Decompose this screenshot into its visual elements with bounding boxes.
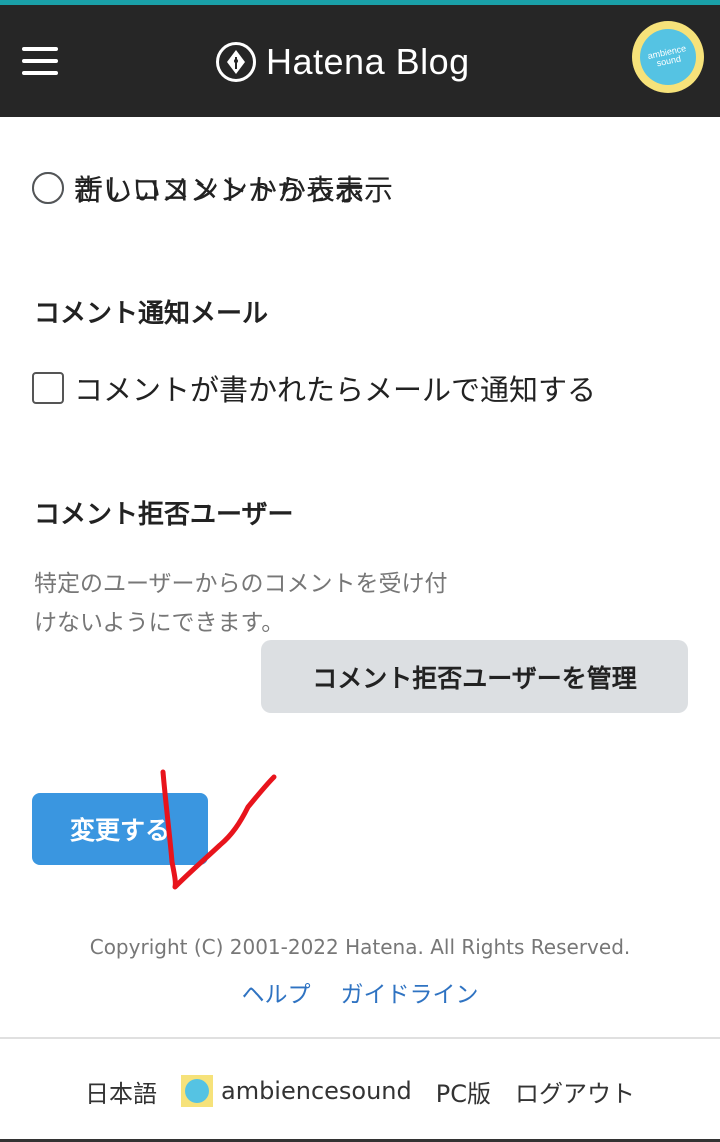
pc-version-link[interactable]: PC版: [436, 1074, 491, 1109]
logout-link[interactable]: ログアウト: [515, 1074, 635, 1109]
radio-newest-button[interactable]: [32, 172, 64, 204]
language-link[interactable]: 日本語: [85, 1074, 157, 1109]
radio-newest-first[interactable]: 新しいコメントから表示: [32, 167, 393, 209]
user-avatar[interactable]: ambience sound: [632, 21, 704, 93]
settings-content: 古いコメントから表示 新しいコメントから表示 コメント通知メール コメントが書か…: [0, 117, 720, 1142]
submit-button[interactable]: 変更する: [32, 793, 208, 865]
notify-checkbox-label: コメントが書かれたらメールで通知する: [74, 373, 597, 407]
avatar-text: ambience sound: [646, 42, 687, 69]
blocked-users-description: 特定のユーザーからのコメントを受け付 けないようにできます。: [34, 565, 514, 643]
notification-section-title: コメント通知メール: [34, 299, 269, 329]
hatena-blog-logo[interactable]: Hatena Blog: [216, 37, 470, 87]
notify-checkbox[interactable]: [32, 372, 64, 404]
logo-text: Hatena Blog: [266, 41, 470, 82]
pen-nib-icon: [216, 42, 256, 82]
description-line-1: 特定のユーザーからのコメントを受け付: [34, 571, 448, 597]
menu-icon[interactable]: [22, 47, 58, 77]
mini-avatar: [180, 1075, 213, 1107]
user-link[interactable]: ambiencesound: [180, 1075, 412, 1107]
app-header: Hatena Blog ambience sound: [0, 5, 720, 117]
username-text: ambiencesound: [220, 1077, 412, 1105]
copyright-text: Copyright (C) 2001-2022 Hatena. All Righ…: [89, 935, 631, 959]
footer-links: ヘルプ ガイドライン: [0, 975, 720, 1009]
notify-checkbox-row[interactable]: コメントが書かれたらメールで通知する: [32, 367, 596, 409]
bottom-bar: 日本語 ambiencesound PC版 ログアウト: [0, 1067, 720, 1115]
description-line-2: けないようにできます。: [34, 610, 285, 636]
help-link[interactable]: ヘルプ: [242, 975, 311, 1009]
guideline-link[interactable]: ガイドライン: [341, 975, 479, 1009]
blocked-users-section-title: コメント拒否ユーザー: [34, 500, 294, 530]
radio-newest-label: 新しいコメントから表示: [74, 173, 394, 207]
manage-blocked-users-button[interactable]: コメント拒否ユーザーを管理: [261, 640, 688, 713]
footer-divider: [0, 1037, 720, 1039]
